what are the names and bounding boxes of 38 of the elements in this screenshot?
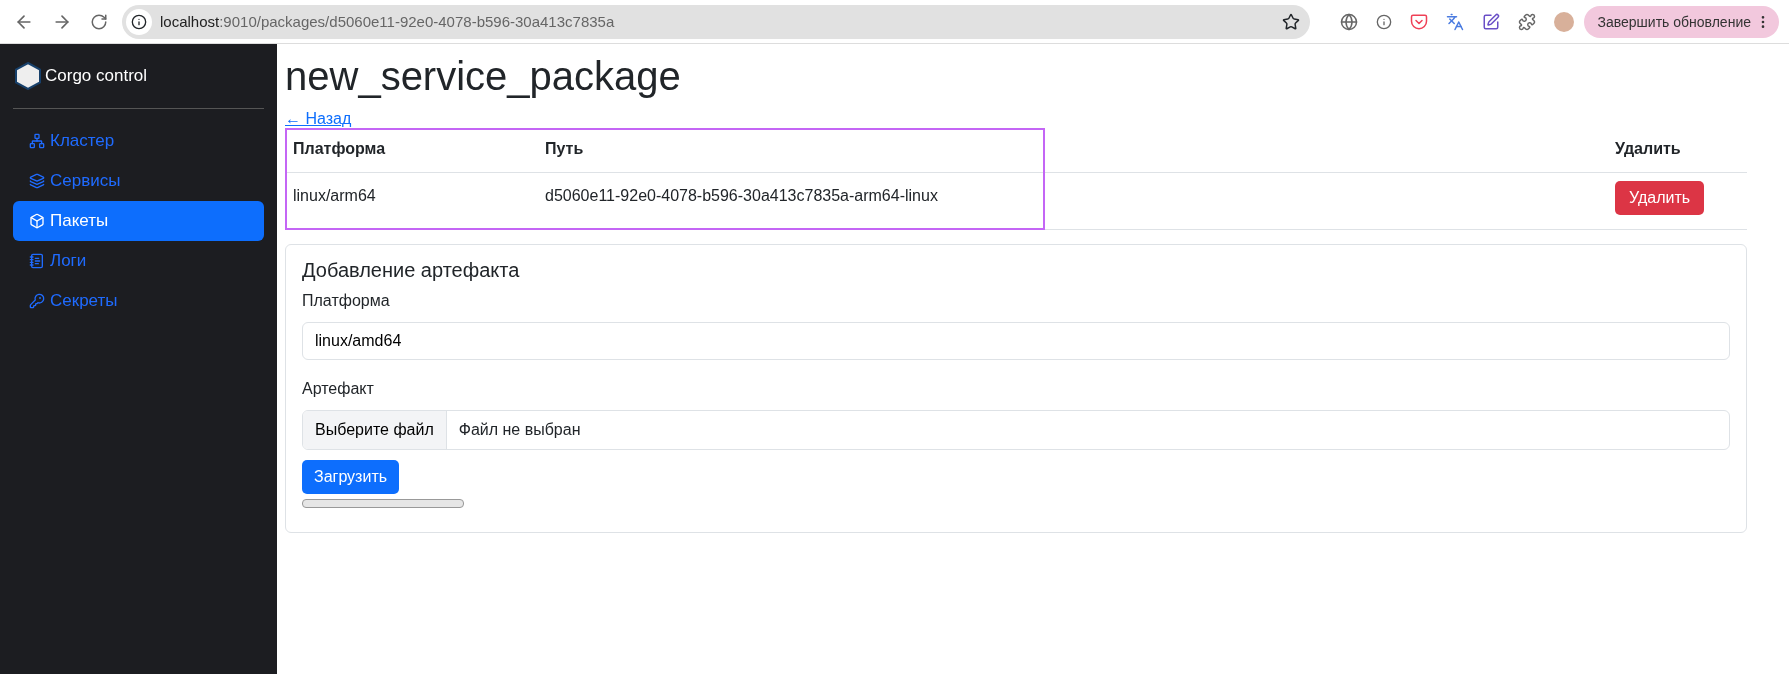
choose-file-button[interactable]: Выберите файл xyxy=(303,411,447,449)
network-icon xyxy=(29,133,45,149)
brand-name: Corgo control xyxy=(45,66,148,86)
platform-input[interactable]: linux/amd64 xyxy=(302,322,1730,360)
layers-icon xyxy=(29,173,45,189)
upload-button[interactable]: Загрузить xyxy=(302,460,400,494)
field-label: Артефакт xyxy=(302,380,375,398)
back-link[interactable]: ← Назад xyxy=(285,110,352,127)
sidebar-item[interactable]: Секреты xyxy=(13,281,264,321)
sidebar-item[interactable]: Логи xyxy=(13,241,264,281)
sidebar-item[interactable]: Кластер xyxy=(13,121,264,161)
column-header: Удалить xyxy=(1614,139,1682,159)
file-status: Файл не выбран xyxy=(457,420,582,440)
box-icon xyxy=(29,213,45,229)
field-label: Платформа xyxy=(302,292,391,310)
key-icon xyxy=(29,293,45,309)
notebook-icon xyxy=(29,253,45,269)
column-header: Путь xyxy=(544,139,585,159)
puzzle-icon[interactable] xyxy=(1517,12,1536,31)
page-title: new_service_package xyxy=(285,53,682,100)
reload-icon[interactable] xyxy=(90,12,108,31)
sidebar-item[interactable]: Пакеты xyxy=(13,201,264,241)
card-title: Добавление артефакта xyxy=(302,259,521,282)
info-icon[interactable] xyxy=(126,8,152,35)
url-text: localhost:9010/packages/d5060e11-92e0-4078-b596-30a413c7835a xyxy=(160,13,616,30)
file-input[interactable]: Выберите файл Файл не выбран xyxy=(302,410,1730,450)
table-cell-text: d5060e11-92e0-4078-b596-30a413c7835a-arm64-linux xyxy=(544,186,939,206)
pen-icon[interactable] xyxy=(1481,12,1500,31)
column-header: Платформа xyxy=(292,139,387,159)
delete-button[interactable]: Удалить xyxy=(1615,181,1705,215)
logo-icon xyxy=(15,62,41,90)
update-button[interactable]: Завершить обновление xyxy=(1583,5,1779,38)
translate-icon[interactable] xyxy=(1445,12,1464,31)
sidebar-item[interactable]: Сервисы xyxy=(13,161,264,201)
star-icon[interactable] xyxy=(1281,12,1300,31)
address-bar[interactable]: localhost:9010/packages/d5060e11-92e0-4078-b596-30a413c7835a xyxy=(122,4,1310,39)
table-cell-text: linux/arm64 xyxy=(292,186,377,206)
globe-icon[interactable] xyxy=(1339,12,1358,31)
